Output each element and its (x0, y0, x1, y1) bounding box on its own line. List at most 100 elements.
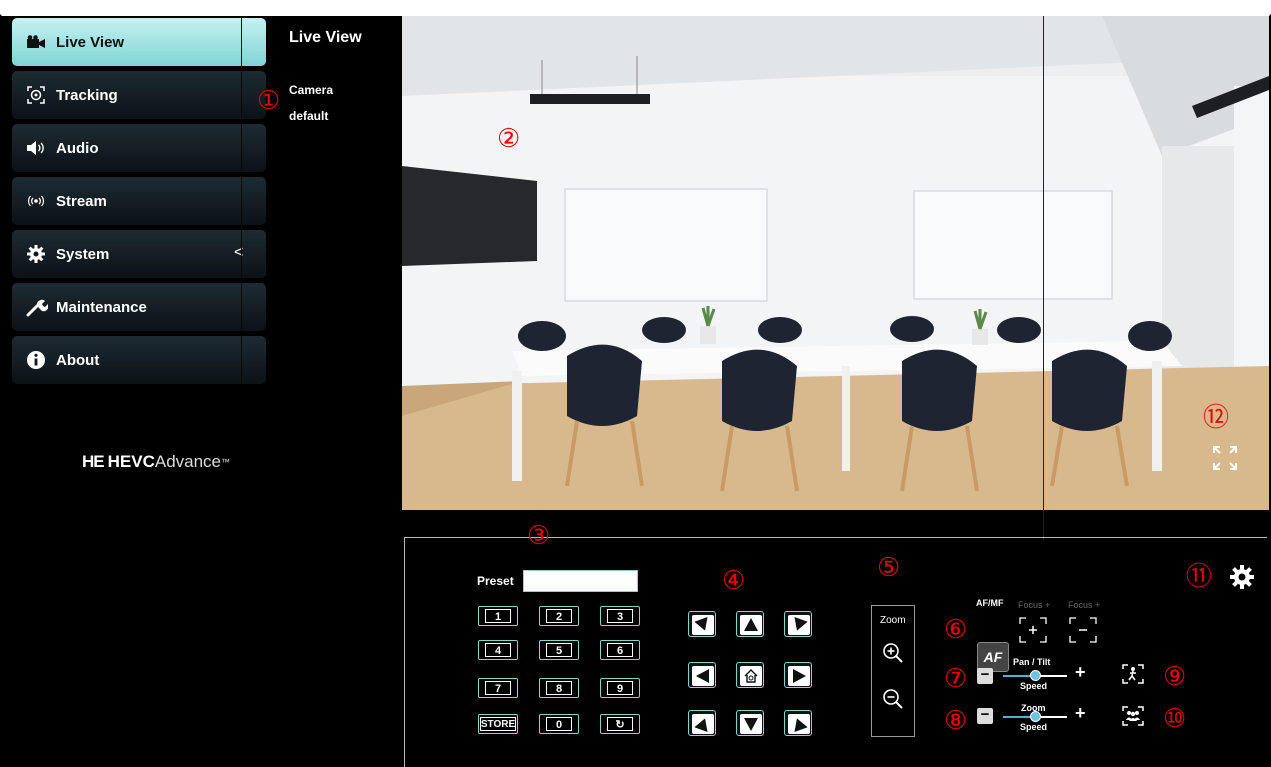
arrow-up-right-icon (788, 615, 810, 635)
sidebar-item-label: About (56, 351, 100, 369)
annotation-marker-7: ⑦ (944, 663, 968, 693)
home-icon (740, 666, 762, 686)
group-tracking-button[interactable] (1121, 705, 1145, 732)
preset-key-8[interactable]: 8 (539, 678, 579, 698)
zoom-label: Zoom (880, 615, 906, 626)
zoom-speed-decrease[interactable]: − (977, 707, 993, 724)
sidebar-item-tracking[interactable]: Tracking (12, 71, 266, 119)
pan-left-button[interactable] (688, 662, 716, 688)
sidebar-item-maintenance[interactable]: Maintenance (12, 283, 266, 331)
zoom-speed-increase[interactable]: + (1075, 703, 1086, 724)
sidebar-item-live-view[interactable]: Live View (12, 18, 266, 66)
sidebar-nav: Live View Tracking Audio Stream System < (12, 18, 266, 389)
preset-key-3[interactable]: 3 (600, 606, 640, 626)
sidebar-item-about[interactable]: About (12, 336, 266, 384)
overlay-divider-line (1043, 16, 1044, 541)
info-icon (26, 350, 52, 370)
logo-advance: Advance (154, 452, 222, 471)
sidebar-item-label: Stream (56, 192, 107, 210)
annotation-marker-6: ⑥ (944, 614, 968, 644)
nav-divider (241, 177, 242, 225)
arrow-left-icon (692, 666, 714, 686)
preset-key-0[interactable]: 0 (539, 714, 579, 734)
focus-near-button[interactable] (1017, 615, 1049, 645)
annotation-marker-1: ① (257, 85, 281, 115)
tilt-down-button[interactable] (736, 710, 764, 736)
logo-hevc: HEVC (107, 452, 155, 471)
preset-label: Preset (477, 574, 514, 588)
person-track-icon (1122, 664, 1144, 684)
sidebar-item-label: Tracking (56, 86, 118, 104)
pan-right-button[interactable] (784, 662, 812, 688)
preset-key-4[interactable]: 4 (478, 640, 518, 660)
sidebar-item-label: Audio (56, 139, 99, 157)
annotation-marker-8: ⑧ (944, 705, 968, 735)
nav-divider (241, 230, 242, 278)
logo-tm: ™ (221, 457, 231, 467)
sidebar-item-audio[interactable]: Audio (12, 124, 266, 172)
arrow-up-left-icon (692, 615, 714, 635)
preset-reset-button[interactable]: ↻ (600, 714, 640, 734)
annotation-marker-9: ⑨ (1163, 661, 1187, 691)
nav-divider (241, 124, 242, 172)
sidebar-item-label: Maintenance (56, 298, 147, 316)
group-track-icon (1122, 706, 1144, 726)
settings-gear-icon[interactable] (1229, 564, 1255, 595)
focus-far-label: Focus + (1068, 600, 1101, 610)
preset-store-button[interactable]: STORE (478, 714, 518, 734)
pan-tilt-speed-decrease[interactable]: − (977, 667, 993, 684)
sidebar-item-system[interactable]: System < (12, 230, 266, 278)
zoom-speed-label: Speed (1020, 722, 1048, 732)
pan-up-left-button[interactable] (688, 611, 716, 637)
zoom-out-icon[interactable] (882, 688, 904, 715)
fullscreen-icon[interactable] (1210, 443, 1240, 473)
pan-up-right-button[interactable] (784, 611, 812, 637)
arrow-up-icon (740, 615, 762, 635)
pan-down-right-button[interactable] (784, 710, 812, 736)
focus-near-label: Focus + (1018, 600, 1051, 610)
focus-minus-icon (1069, 617, 1097, 643)
nav-divider (241, 18, 242, 66)
preset-key-1[interactable]: 1 (478, 606, 518, 626)
pan-tilt-speed-label: Speed (1020, 681, 1048, 691)
live-video-feed[interactable] (402, 16, 1269, 510)
speaker-icon (26, 140, 52, 156)
preset-key-6[interactable]: 6 (600, 640, 640, 660)
annotation-marker-4: ④ (722, 565, 746, 595)
focus-plus-icon (1019, 617, 1047, 643)
pan-down-left-button[interactable] (688, 710, 716, 736)
arrow-down-icon (740, 714, 762, 734)
zoom-in-icon[interactable] (882, 642, 904, 669)
video-camera-icon (26, 35, 52, 49)
nav-divider (241, 283, 242, 331)
hevc-advance-logo: HE HEVC Advance ™ (82, 452, 230, 472)
afmf-label: AF/MF (976, 598, 1004, 608)
pan-tilt-knob[interactable] (1029, 670, 1041, 681)
sidebar-item-label: System (56, 245, 110, 263)
ptz-home-button[interactable] (736, 662, 764, 688)
arrow-down-left-icon (692, 714, 714, 734)
preset-input[interactable] (523, 570, 638, 592)
tilt-up-button[interactable] (736, 611, 764, 637)
pan-tilt-label: Pan / Tilt (1013, 657, 1051, 667)
arrow-down-right-icon (788, 714, 810, 734)
page-title: Live View (289, 29, 362, 46)
preset-key-9[interactable]: 9 (600, 678, 640, 698)
broadcast-icon (26, 194, 52, 208)
focus-far-button[interactable] (1067, 615, 1099, 645)
annotation-marker-5: ⑤ (877, 552, 901, 582)
annotation-marker-3: ③ (527, 520, 551, 550)
wrench-icon (26, 297, 52, 317)
sidebar-item-stream[interactable]: Stream (12, 177, 266, 225)
logo-mark: HE (82, 452, 105, 471)
zoom-speed-knob[interactable] (1029, 711, 1041, 722)
tracking-target-icon (26, 85, 52, 105)
pan-tilt-speed-increase[interactable]: + (1075, 662, 1086, 683)
preset-key-7[interactable]: 7 (478, 678, 518, 698)
annotation-marker-12: ⑫ (1203, 402, 1230, 432)
camera-profile: default (289, 109, 329, 123)
person-tracking-button[interactable] (1121, 663, 1145, 690)
preset-key-5[interactable]: 5 (539, 640, 579, 660)
nav-divider (241, 71, 242, 119)
preset-key-2[interactable]: 2 (539, 606, 579, 626)
